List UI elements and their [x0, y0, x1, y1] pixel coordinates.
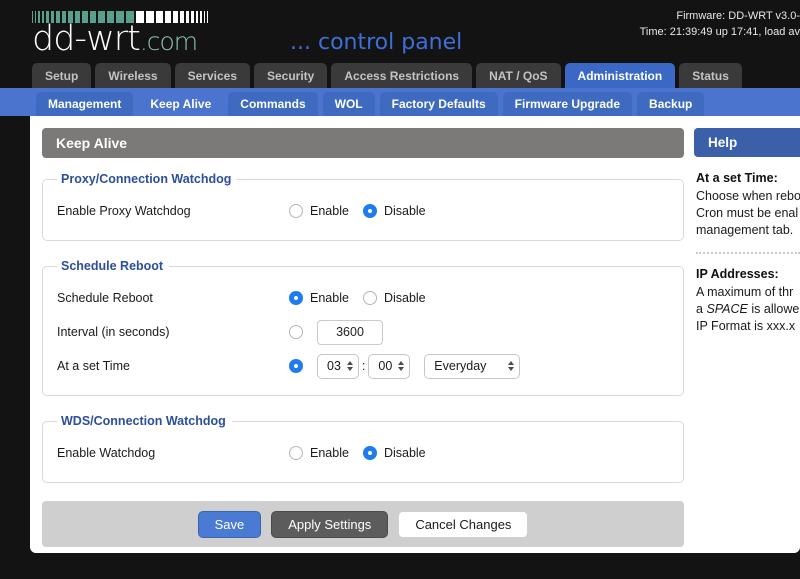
wds-radio-group: Enable Disable	[289, 446, 426, 460]
help-entry-heading: IP Addresses:	[696, 267, 779, 281]
logo-main-text: dd-wrt	[32, 19, 141, 59]
sub-tab-bar: Management Keep Alive Commands WOL Factory D…	[0, 88, 800, 116]
radio-schedule-enable[interactable]	[289, 291, 303, 305]
help-divider	[696, 252, 800, 254]
label-proxy-enable[interactable]: Enable	[310, 204, 349, 218]
help-entry-heading: At a set Time:	[696, 171, 778, 185]
app-header: dd-wrt.com ... control panel Firmware: D…	[0, 0, 800, 62]
logo-wordmark: dd-wrt.com	[32, 21, 208, 60]
row-enable-watchdog: Enable Watchdog Enable Disable	[57, 438, 669, 468]
label-proxy-disable[interactable]: Disable	[384, 204, 426, 218]
schedule-radio-group: Enable Disable	[289, 291, 426, 305]
row-schedule-reboot: Schedule Reboot Enable Disable	[57, 283, 669, 313]
label-interval: Interval (in seconds)	[57, 325, 170, 339]
strip-bar	[200, 11, 202, 23]
help-panel-title: Help	[694, 128, 800, 157]
tab-security[interactable]: Security	[254, 63, 328, 88]
minute-select[interactable]: 00	[368, 353, 411, 379]
tab-services[interactable]: Services	[174, 63, 250, 88]
label-enable-watchdog: Enable Watchdog	[57, 446, 156, 460]
radio-proxy-disable[interactable]	[362, 204, 377, 218]
set-time-controls: 03 : 00 Everyday	[289, 353, 521, 379]
hour-value: 03	[327, 359, 341, 373]
stepper-arrows-icon	[346, 361, 353, 371]
subtab-keep-alive[interactable]: Keep Alive	[138, 92, 224, 116]
hour-select[interactable]: 03	[317, 353, 359, 379]
subtab-firmware-upgrade[interactable]: Firmware Upgrade	[502, 92, 633, 116]
apply-settings-button[interactable]: Apply Settings	[271, 510, 389, 538]
status-info: Firmware: DD-WRT v3.0- Time: 21:39:49 up…	[640, 8, 800, 40]
subtab-backup[interactable]: Backup	[637, 92, 705, 116]
strip-bar	[204, 11, 205, 23]
stepper-arrows-icon	[508, 361, 515, 371]
interval-seconds-input[interactable]: 3600	[317, 319, 383, 345]
save-button[interactable]: Save	[197, 510, 262, 538]
label-schedule-enable[interactable]: Enable	[310, 291, 349, 305]
label-wds-disable[interactable]: Disable	[384, 446, 426, 460]
tab-access-restrictions[interactable]: Access Restrictions	[331, 63, 473, 88]
tab-status[interactable]: Status	[679, 63, 742, 88]
help-panel: Help At a set Time: Choose when rebo Cron …	[694, 116, 800, 553]
tab-administration[interactable]: Administration	[564, 63, 676, 88]
row-enable-proxy-watchdog: Enable Proxy Watchdog Enable Disable	[57, 196, 669, 226]
group-proxy-watchdog: Proxy/Connection Watchdog Enable Proxy W…	[42, 172, 684, 241]
help-panel-body: At a set Time: Choose when rebo Cron must …	[694, 171, 800, 335]
minute-value: 00	[378, 359, 393, 373]
group-wds-watchdog: WDS/Connection Watchdog Enable Watchdog …	[42, 414, 684, 483]
main-tab-bar: Setup Wireless Services Security Access Rest…	[0, 62, 800, 88]
firmware-version: Firmware: DD-WRT v3.0-	[676, 10, 800, 22]
help-entry-line: a SPACE is allowe	[696, 302, 800, 316]
label-wds-enable[interactable]: Enable	[310, 446, 349, 460]
action-button-bar: Save Apply Settings Cancel Changes	[42, 501, 684, 547]
radio-schedule-disable[interactable]	[362, 291, 377, 305]
label-enable-proxy-watchdog: Enable Proxy Watchdog	[57, 204, 191, 218]
settings-content: Keep Alive Proxy/Connection Watchdog Ena…	[30, 116, 694, 553]
help-entry-line: Cron must be enal	[696, 206, 799, 220]
subtab-management[interactable]: Management	[36, 92, 134, 116]
subtab-wol[interactable]: WOL	[322, 92, 375, 116]
label-schedule-disable[interactable]: Disable	[384, 291, 426, 305]
radio-wds-enable[interactable]	[289, 446, 303, 460]
logo-suffix-text: .com	[139, 27, 198, 56]
group-schedule-legend: Schedule Reboot	[61, 259, 164, 273]
row-interval: Interval (in seconds) 3600	[57, 317, 669, 347]
help-entry-line: management tab.	[696, 223, 794, 237]
day-value: Everyday	[434, 359, 487, 373]
help-entry-line: IP Format is xxx.x	[696, 319, 796, 333]
tab-nat-qos[interactable]: NAT / QoS	[476, 63, 561, 88]
subtab-commands[interactable]: Commands	[228, 92, 318, 116]
radio-wds-disable[interactable]	[362, 446, 377, 460]
brand-logo: dd-wrt.com	[32, 10, 208, 60]
subtab-factory-defaults[interactable]: Factory Defaults	[379, 92, 498, 116]
radio-proxy-enable[interactable]	[289, 204, 303, 218]
label-set-time: At a set Time	[57, 359, 130, 373]
page-container: Keep Alive Proxy/Connection Watchdog Ena…	[30, 116, 800, 553]
strip-bar	[207, 11, 208, 23]
page-title: Keep Alive	[42, 128, 684, 158]
time-colon: :	[361, 359, 366, 373]
label-schedule-reboot: Schedule Reboot	[57, 291, 153, 305]
day-select[interactable]: Everyday	[424, 353, 521, 379]
radio-interval-mode[interactable]	[289, 325, 303, 339]
row-set-time: At a set Time 03 : 00 Everyday	[57, 351, 669, 381]
stepper-arrows-icon	[398, 361, 405, 371]
interval-controls: 3600	[289, 319, 383, 345]
help-entry-line: A maximum of thr	[696, 285, 794, 299]
uptime-load: Time: 21:39:49 up 17:41, load av	[639, 26, 800, 38]
group-proxy-legend: Proxy/Connection Watchdog	[61, 172, 232, 186]
group-wds-legend: WDS/Connection Watchdog	[61, 414, 226, 428]
cancel-changes-button[interactable]: Cancel Changes	[398, 510, 529, 538]
radio-set-time-mode[interactable]	[289, 359, 303, 373]
control-panel-tagline: ... control panel	[290, 30, 463, 55]
proxy-radio-group: Enable Disable	[289, 204, 426, 218]
help-entry-line: Choose when rebo	[696, 189, 800, 203]
group-schedule-reboot: Schedule Reboot Schedule Reboot Enable D…	[42, 259, 684, 396]
tab-wireless[interactable]: Wireless	[95, 63, 171, 88]
tab-setup[interactable]: Setup	[32, 63, 92, 88]
